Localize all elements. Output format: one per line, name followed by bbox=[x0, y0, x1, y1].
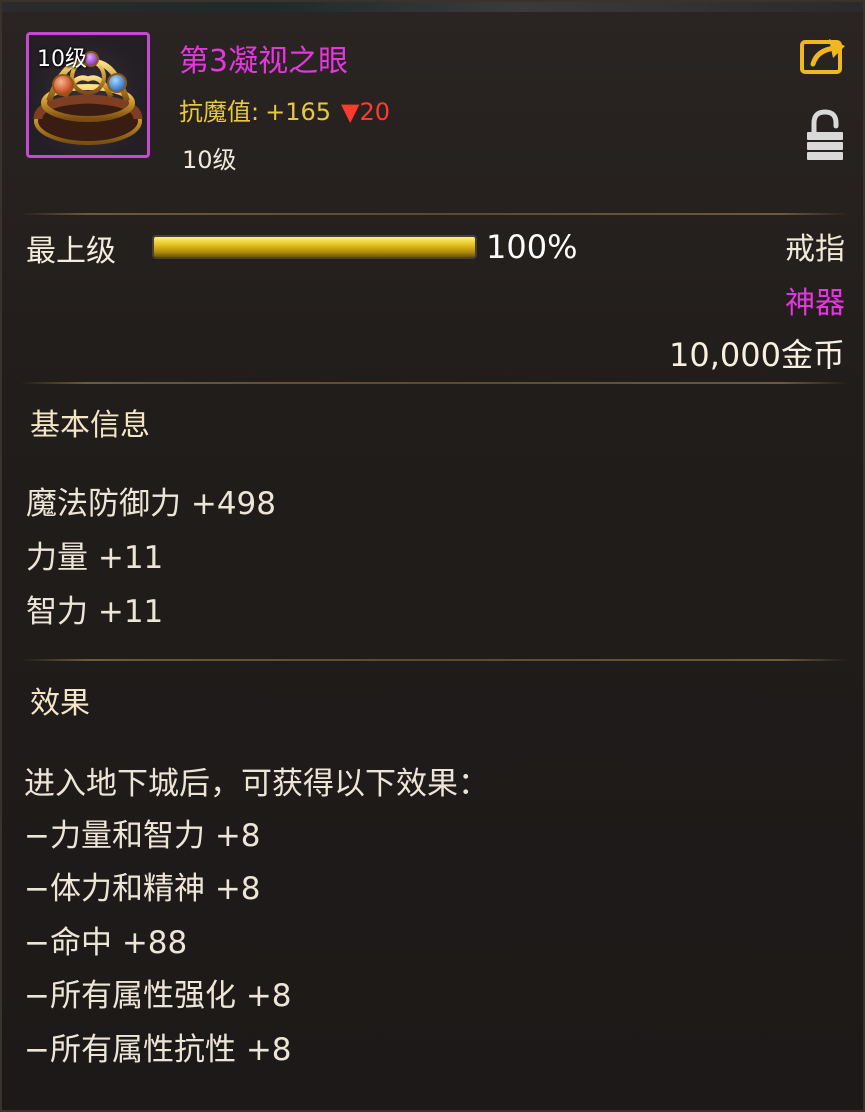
lock-button[interactable] bbox=[805, 108, 845, 162]
upgrade-progress-bar bbox=[152, 235, 477, 259]
share-button[interactable] bbox=[799, 36, 849, 76]
upgrade-progress-percent: 100% bbox=[486, 228, 578, 266]
item-type: 戒指 bbox=[785, 232, 845, 267]
lock-icon bbox=[807, 109, 843, 160]
item-price: 10,000金币 bbox=[669, 336, 845, 374]
stat-intelligence: 智力 +11 bbox=[26, 594, 164, 630]
effect-item: −所有属性抗性 +8 bbox=[24, 1032, 292, 1068]
effects-intro: 进入地下城后，可获得以下效果： bbox=[24, 766, 489, 802]
effect-item: −命中 +88 bbox=[24, 925, 188, 961]
item-rarity: 神器 bbox=[785, 286, 845, 321]
upgrade-rank-label: 最上级 bbox=[26, 234, 116, 269]
item-icon-frame[interactable]: 10级 bbox=[26, 32, 150, 158]
icon-level-label: 10级 bbox=[37, 47, 87, 72]
effects-title: 效果 bbox=[30, 686, 90, 721]
background-top-strip bbox=[2, 2, 863, 12]
basic-info-title: 基本信息 bbox=[30, 408, 150, 443]
effect-item: −体力和精神 +8 bbox=[24, 871, 261, 907]
magic-resist-row: 抗魔值: +165 ▼20 bbox=[179, 92, 390, 127]
item-name: 第3凝视之眼 bbox=[179, 44, 349, 79]
divider bbox=[20, 382, 849, 384]
upgrade-progress-fill bbox=[154, 237, 475, 257]
divider bbox=[20, 659, 849, 661]
item-tooltip-panel: 10级 第3凝视之眼 抗魔值: +165 ▼20 10级 最上级 100% 戒指 神… bbox=[0, 0, 865, 1112]
effect-item: −力量和智力 +8 bbox=[24, 818, 261, 854]
item-level: 10级 bbox=[182, 146, 237, 174]
share-icon bbox=[800, 39, 845, 74]
magic-resist-change: ▼20 bbox=[341, 98, 391, 126]
divider bbox=[20, 213, 849, 215]
stat-magic-defense: 魔法防御力 +498 bbox=[26, 486, 276, 522]
stat-strength: 力量 +11 bbox=[26, 540, 164, 576]
magic-resist-label: 抗魔值: bbox=[179, 98, 260, 126]
effect-item: −所有属性强化 +8 bbox=[24, 978, 292, 1014]
magic-resist-value: +165 bbox=[265, 98, 332, 126]
